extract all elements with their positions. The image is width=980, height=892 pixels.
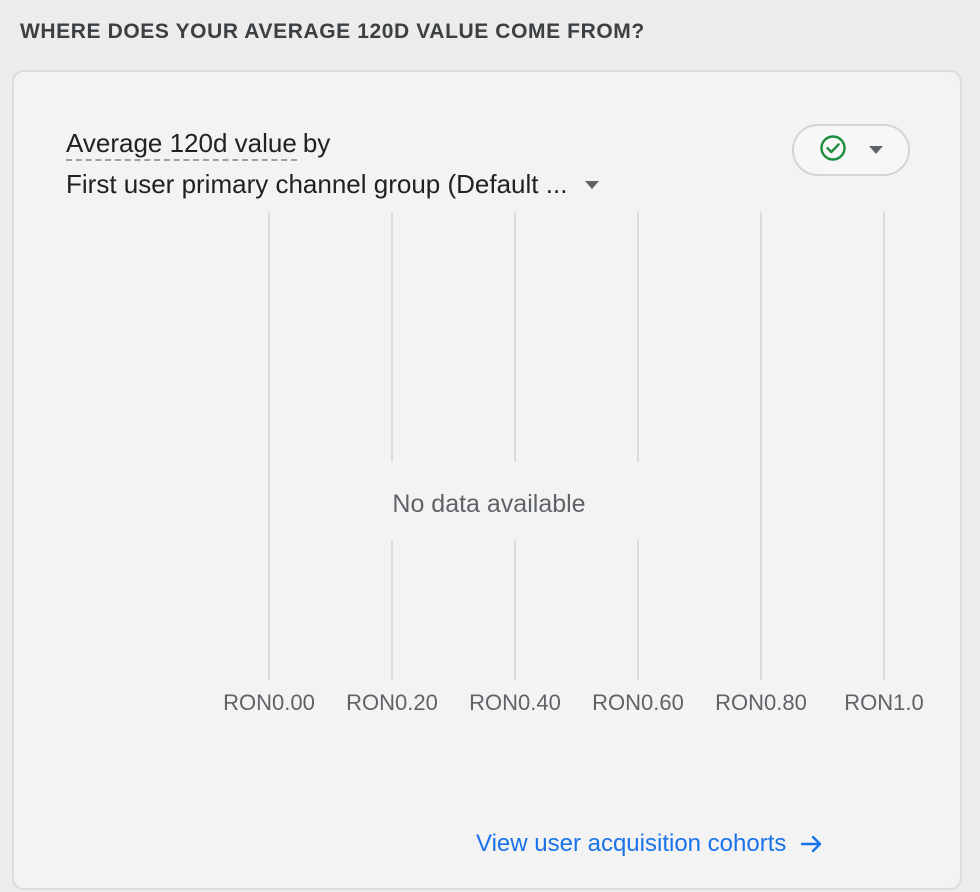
section-title: WHERE DOES YOUR AVERAGE 120D VALUE COME … [20,20,645,43]
x-tick-label: RON0.20 [346,690,438,715]
chevron-down-icon [585,180,600,189]
metric-by-text: by [302,128,331,158]
x-tick-label: RON1.0 [844,690,923,715]
metric-label[interactable]: Average 120d value [66,127,297,161]
value-card: RON0.00 RON0.20 RON0.40 RON0.60 RON0.80 RON1.… [12,70,962,890]
x-tick-label: RON0.00 [223,690,315,715]
card-header: Average 120d value by First user primary … [66,127,600,200]
arrow-right-icon [800,834,824,854]
no-data-message: No data available [392,490,586,518]
dimension-dropdown[interactable]: First user primary channel group (Defaul… [66,169,600,200]
chevron-down-icon [869,146,883,154]
x-tick-label: RON0.80 [715,690,807,715]
status-chip[interactable] [792,124,910,176]
view-cohorts-link[interactable]: View user acquisition cohorts [476,830,824,858]
x-tick-label: RON0.40 [469,690,561,715]
dimension-label: First user primary channel group (Defaul… [66,169,568,199]
view-cohorts-label: View user acquisition cohorts [476,830,787,857]
x-tick-label: RON0.60 [592,690,684,715]
check-circle-icon [819,134,847,167]
